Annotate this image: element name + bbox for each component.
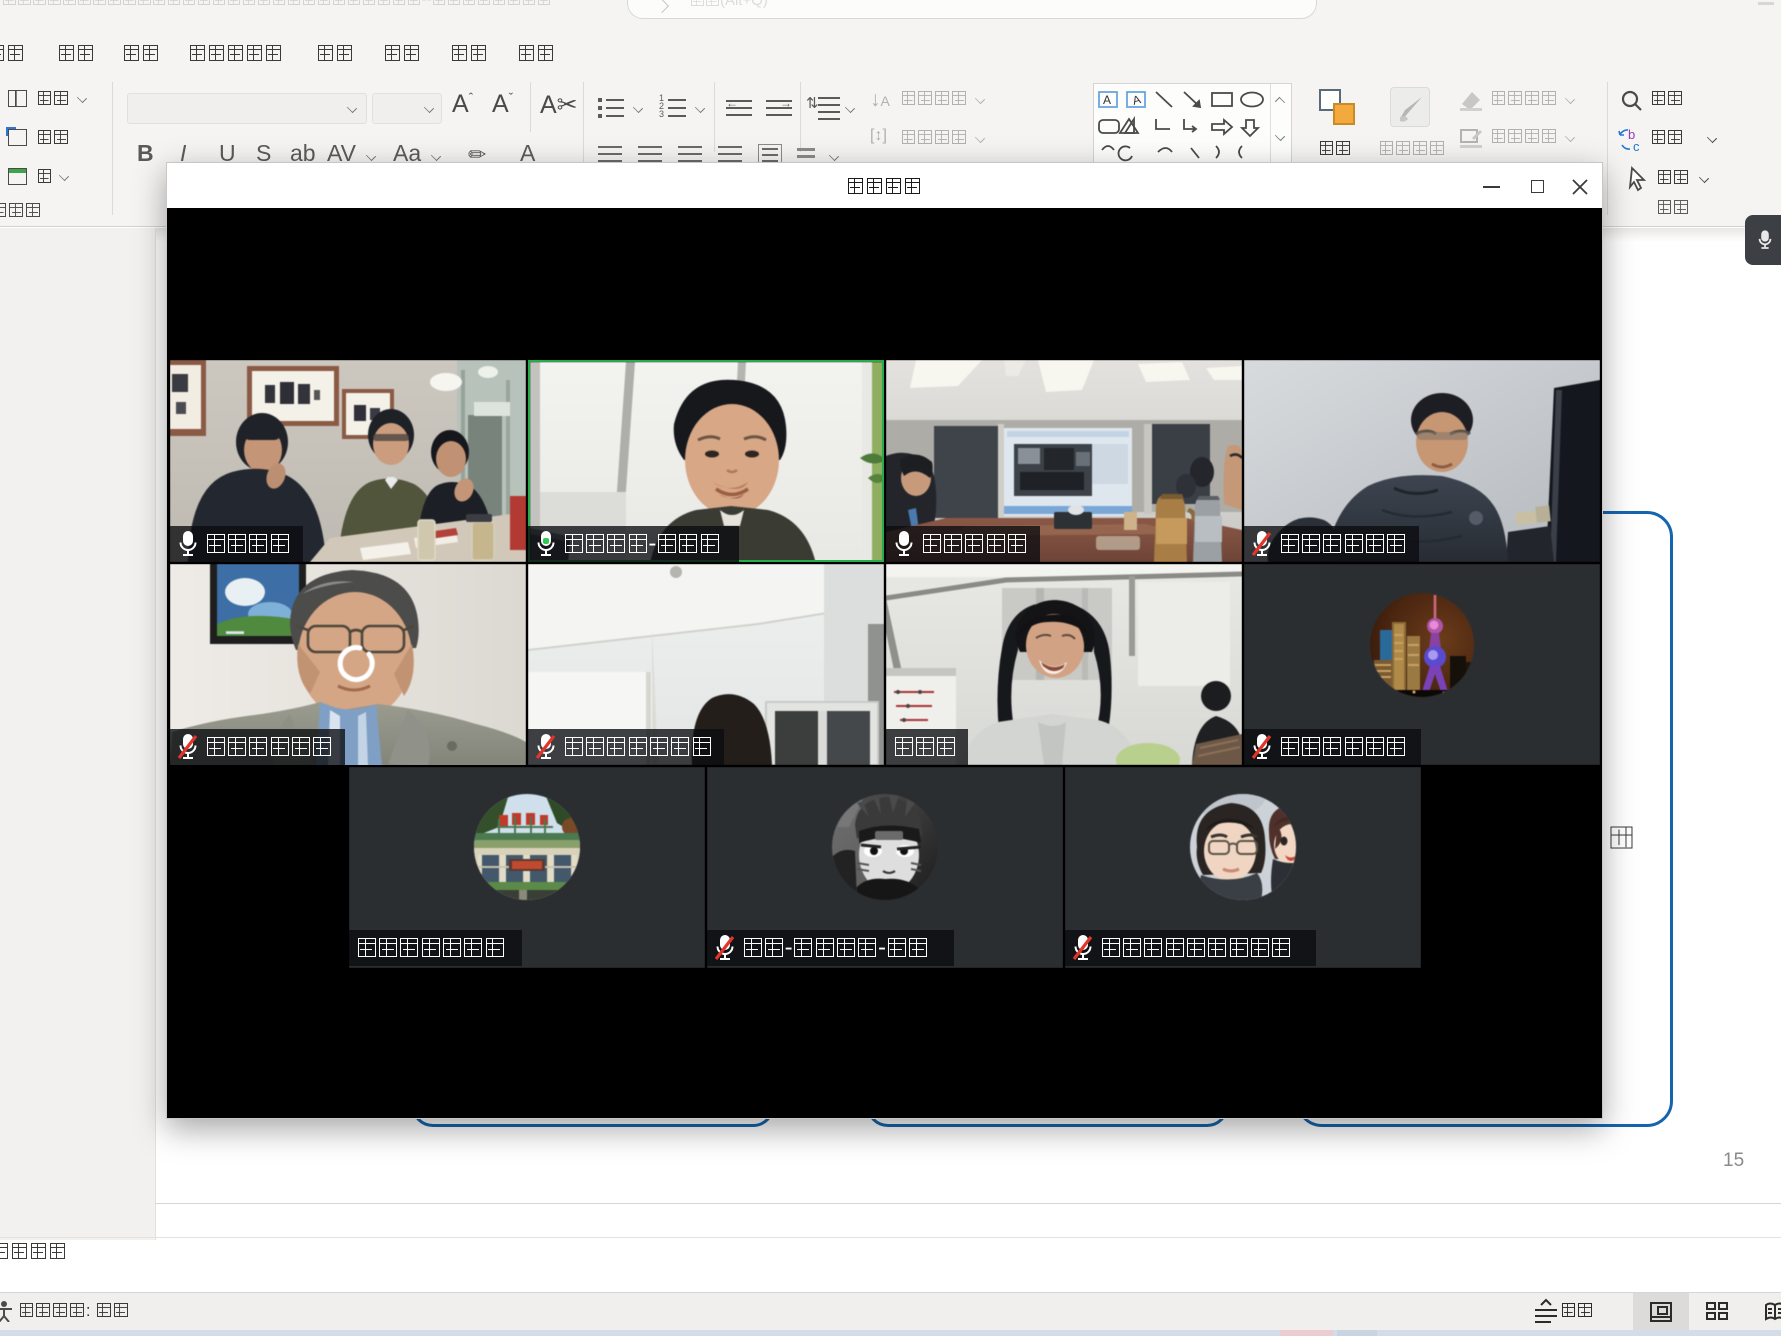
svg-text:c: c bbox=[1633, 139, 1640, 153]
svg-text:A: A bbox=[1131, 92, 1142, 108]
svg-text:A: A bbox=[1103, 93, 1111, 107]
svg-text:▬▬: ▬▬ bbox=[226, 626, 244, 636]
